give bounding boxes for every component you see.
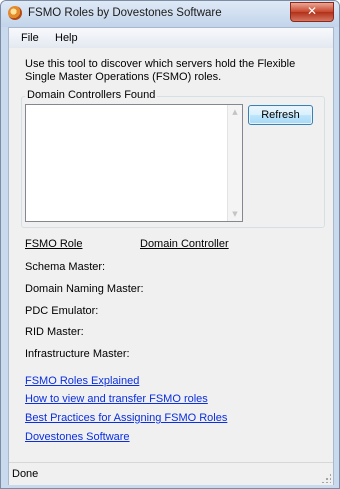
size-grip-icon[interactable] [321, 473, 331, 483]
link-dovestones-software[interactable]: Dovestones Software [25, 431, 130, 443]
infrastructure-master-label: Infrastructure Master: [25, 348, 130, 360]
scroll-up-icon[interactable]: ▲ [228, 105, 242, 119]
rid-master-label: RID Master: [25, 326, 84, 338]
menu-file[interactable]: File [21, 32, 39, 44]
menu-bar: File Help [9, 28, 333, 48]
scroll-down-icon[interactable]: ▼ [228, 207, 242, 221]
domain-controllers-label: Domain Controllers Found [25, 89, 158, 101]
pdc-emulator-label: PDC Emulator: [25, 305, 99, 317]
title-bar[interactable]: FSMO Roles by Dovestones Software ✕ [1, 1, 339, 27]
list-scrollbar[interactable]: ▲ ▼ [227, 105, 242, 221]
link-view-transfer-fsmo[interactable]: How to view and transfer FSMO roles [25, 393, 208, 405]
close-button[interactable]: ✕ [290, 2, 334, 22]
schema-master-label: Schema Master: [25, 261, 106, 273]
refresh-button[interactable]: Refresh [248, 105, 313, 125]
close-icon: ✕ [306, 4, 318, 18]
link-best-practices[interactable]: Best Practices for Assigning FSMO Roles [25, 412, 227, 424]
status-text: Done [12, 468, 39, 480]
domain-naming-master-label: Domain Naming Master: [25, 283, 144, 295]
fsmo-role-header: FSMO Role [25, 238, 83, 250]
status-bar: Done [9, 462, 333, 485]
app-icon [8, 6, 22, 20]
menu-help[interactable]: Help [55, 32, 78, 44]
app-window: FSMO Roles by Dovestones Software ✕ File… [0, 0, 340, 489]
link-fsmo-roles-explained[interactable]: FSMO Roles Explained [25, 375, 139, 387]
client-area: File Help Use this tool to discover whic… [8, 27, 334, 485]
domain-controllers-list[interactable]: ▲ ▼ [25, 104, 243, 222]
intro-text: Use this tool to discover which servers … [25, 58, 296, 83]
window-title: FSMO Roles by Dovestones Software [28, 7, 222, 19]
domain-controller-header: Domain Controller [140, 238, 229, 250]
